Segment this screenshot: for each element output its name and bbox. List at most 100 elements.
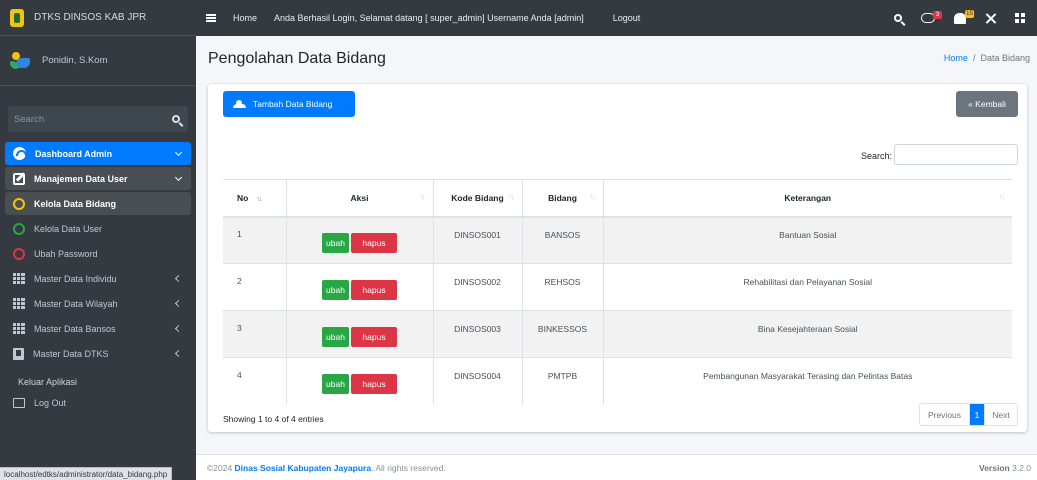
footer: ©2024 Dinas Sosial Kabupaten Jayapura. A…	[196, 454, 1037, 480]
chevron-left-icon	[174, 324, 183, 333]
cell-aksi: ubah hapus	[285, 310, 433, 358]
fullscreen-icon[interactable]	[985, 13, 996, 24]
sidebar-search-input[interactable]	[8, 106, 164, 132]
logout-icon	[13, 397, 25, 408]
cell-kode: DINSOS001	[432, 216, 522, 264]
cell-aksi: ubah hapus	[285, 357, 433, 405]
sidebar-item-dashboard-admin[interactable]: Dashboard Admin	[5, 142, 191, 165]
brand-text: DTKS DINSOS KAB JPR	[34, 12, 147, 23]
sidebar-item-master-data-dtks[interactable]: Master Data DTKS	[5, 342, 191, 365]
sidebar-item-label: Master Data Wilayah	[34, 298, 118, 309]
add-bidang-label: Tambah Data Bidang	[253, 99, 333, 109]
sidebar-item-logout[interactable]: Log Out	[5, 391, 191, 414]
sidebar-item-master-data-wilayah[interactable]: Master Data Wilayah	[5, 292, 191, 315]
cell-bidang: PMTPB	[521, 357, 603, 405]
cell-bidang: REHSOS	[521, 263, 603, 311]
navbar-right: 3 15	[894, 0, 1037, 36]
edit-icon	[13, 172, 25, 185]
avatar	[10, 51, 32, 70]
sidebar-search	[8, 106, 188, 132]
sidebar-menu: Dashboard Admin Manajemen Data User Kelo…	[0, 142, 196, 414]
cell-no: 1	[223, 216, 286, 264]
footer-version: Version 3.2.0	[979, 463, 1031, 473]
sidebar-item-manajemen-data-user[interactable]: Manajemen Data User	[5, 167, 191, 190]
cell-keterangan: Bina Kesejahteraan Sosial	[602, 310, 1012, 358]
content-wrapper: Pengolahan Data Bidang Home / Data Bidang …	[196, 36, 1037, 480]
column-header-keterangan[interactable]: Keterangan ↑↓	[602, 179, 1012, 218]
sidebar-item-label: Kelola Data User	[34, 223, 103, 234]
sidebar-item-label: Master Data DTKS	[33, 348, 109, 359]
cell-keterangan: Pembangunan Masyarakat Terasing dan Peli…	[602, 357, 1012, 405]
sidebar-item-label: Master Data Bansos	[34, 323, 116, 334]
breadcrumb: Home / Data Bidang	[944, 53, 1030, 63]
pagination-page-1[interactable]: 1	[970, 404, 984, 425]
brand-link[interactable]: DTKS DINSOS KAB JPR	[0, 0, 196, 36]
table-icon	[13, 298, 25, 309]
footer-org-link[interactable]: Dinas Sosial Kabupaten Jayapura	[235, 463, 372, 473]
cell-bidang: BANSOS	[521, 216, 603, 264]
delete-button[interactable]: hapus	[351, 374, 397, 395]
sidebar-section-label: Keluar Aplikasi	[18, 377, 78, 387]
edit-button[interactable]: ubah	[322, 327, 349, 347]
cell-keterangan: Rehabilitasi dan Pelayanan Sosial	[602, 263, 1012, 311]
table-search-input[interactable]	[894, 144, 1018, 165]
page-title: Pengolahan Data Bidang	[208, 50, 386, 67]
sort-icon: ↑↓	[419, 194, 426, 201]
chevron-down-icon	[174, 148, 183, 157]
search-icon[interactable]	[894, 14, 902, 22]
book-icon	[13, 347, 24, 360]
sidebar-item-label: Manajemen Data User	[34, 173, 128, 184]
data-bidang-card: Tambah Data Bidang « Kembali Search: No ↑…	[208, 84, 1027, 432]
cell-no: 3	[223, 310, 286, 358]
nav-home-link[interactable]: Home	[233, 13, 257, 23]
sidebar: DTKS DINSOS KAB JPR Ponidin, S.Kom Dashb…	[0, 0, 196, 480]
sidebar-item-master-data-individu[interactable]: Master Data Individu	[5, 267, 191, 290]
sidebar-item-label: Dashboard Admin	[35, 148, 113, 159]
grid-icon[interactable]	[1015, 13, 1025, 23]
circle-icon	[13, 222, 25, 235]
sort-icon: ↑↓	[589, 194, 596, 201]
comments-icon[interactable]: 3	[921, 11, 942, 23]
sidebar-search-button[interactable]	[164, 106, 188, 132]
breadcrumb-home-link[interactable]: Home	[944, 53, 968, 63]
bell-icon[interactable]: 15	[954, 9, 974, 24]
nav-logout-link[interactable]: Logout	[613, 13, 641, 23]
column-header-aksi[interactable]: Aksi ↑↓	[285, 179, 433, 218]
cell-kode: DINSOS004	[432, 357, 522, 405]
delete-button[interactable]: hapus	[351, 280, 397, 300]
table-row: 4 ubah hapus DINSOS004 PMTPB Pembangunan …	[223, 357, 1012, 405]
table-icon	[13, 273, 25, 284]
sort-icon: ↑↓	[256, 195, 262, 203]
table-row: 1 ubah hapus DINSOS001 BANSOS Bantuan Sos…	[223, 216, 1012, 264]
column-header-bidang[interactable]: Bidang ↑↓	[521, 179, 603, 218]
edit-button[interactable]: ubah	[322, 233, 349, 254]
table-header-row: No ↑↓ Aksi ↑↓ Kode Bidang ↑↓ Bidang ↑↓ Keter…	[223, 179, 1012, 218]
delete-button[interactable]: hapus	[351, 233, 397, 254]
cell-aksi: ubah hapus	[285, 263, 433, 311]
cell-kode: DINSOS002	[432, 263, 522, 311]
sort-icon: ↑↓	[999, 194, 1005, 201]
user-panel[interactable]: Ponidin, S.Kom	[0, 36, 196, 86]
column-header-kode[interactable]: Kode Bidang ↑↓	[432, 179, 522, 218]
delete-button[interactable]: hapus	[351, 327, 397, 347]
back-button[interactable]: « Kembali	[956, 91, 1018, 117]
user-name[interactable]: Ponidin, S.Kom	[42, 55, 107, 66]
chevron-left-icon	[174, 274, 183, 283]
column-header-no[interactable]: No ↑↓	[223, 179, 286, 218]
sidebar-item-kelola-data-bidang[interactable]: Kelola Data Bidang	[5, 192, 191, 215]
add-bidang-button[interactable]: Tambah Data Bidang	[223, 91, 355, 117]
top-navbar: Home Anda Berhasil Login, Selamat datang…	[196, 0, 1037, 36]
sidebar-item-master-data-bansos[interactable]: Master Data Bansos	[5, 317, 191, 340]
sidebar-item-kelola-data-user[interactable]: Kelola Data User	[5, 217, 191, 240]
circle-icon	[13, 247, 25, 260]
pagination-previous[interactable]: Previous	[920, 404, 970, 425]
pagination-next[interactable]: Next	[984, 404, 1017, 425]
edit-button[interactable]: ubah	[322, 374, 349, 395]
chevron-left-icon	[174, 299, 183, 308]
table-row: 2 ubah hapus DINSOS002 REHSOS Rehabilitas…	[223, 263, 1012, 311]
messages-badge: 3	[933, 11, 942, 19]
edit-button[interactable]: ubah	[322, 280, 349, 300]
menu-toggle-icon[interactable]	[206, 14, 216, 22]
nav-greeting: Anda Berhasil Login, Selamat datang [ su…	[274, 13, 584, 23]
sidebar-item-ubah-password[interactable]: Ubah Password	[5, 242, 191, 265]
